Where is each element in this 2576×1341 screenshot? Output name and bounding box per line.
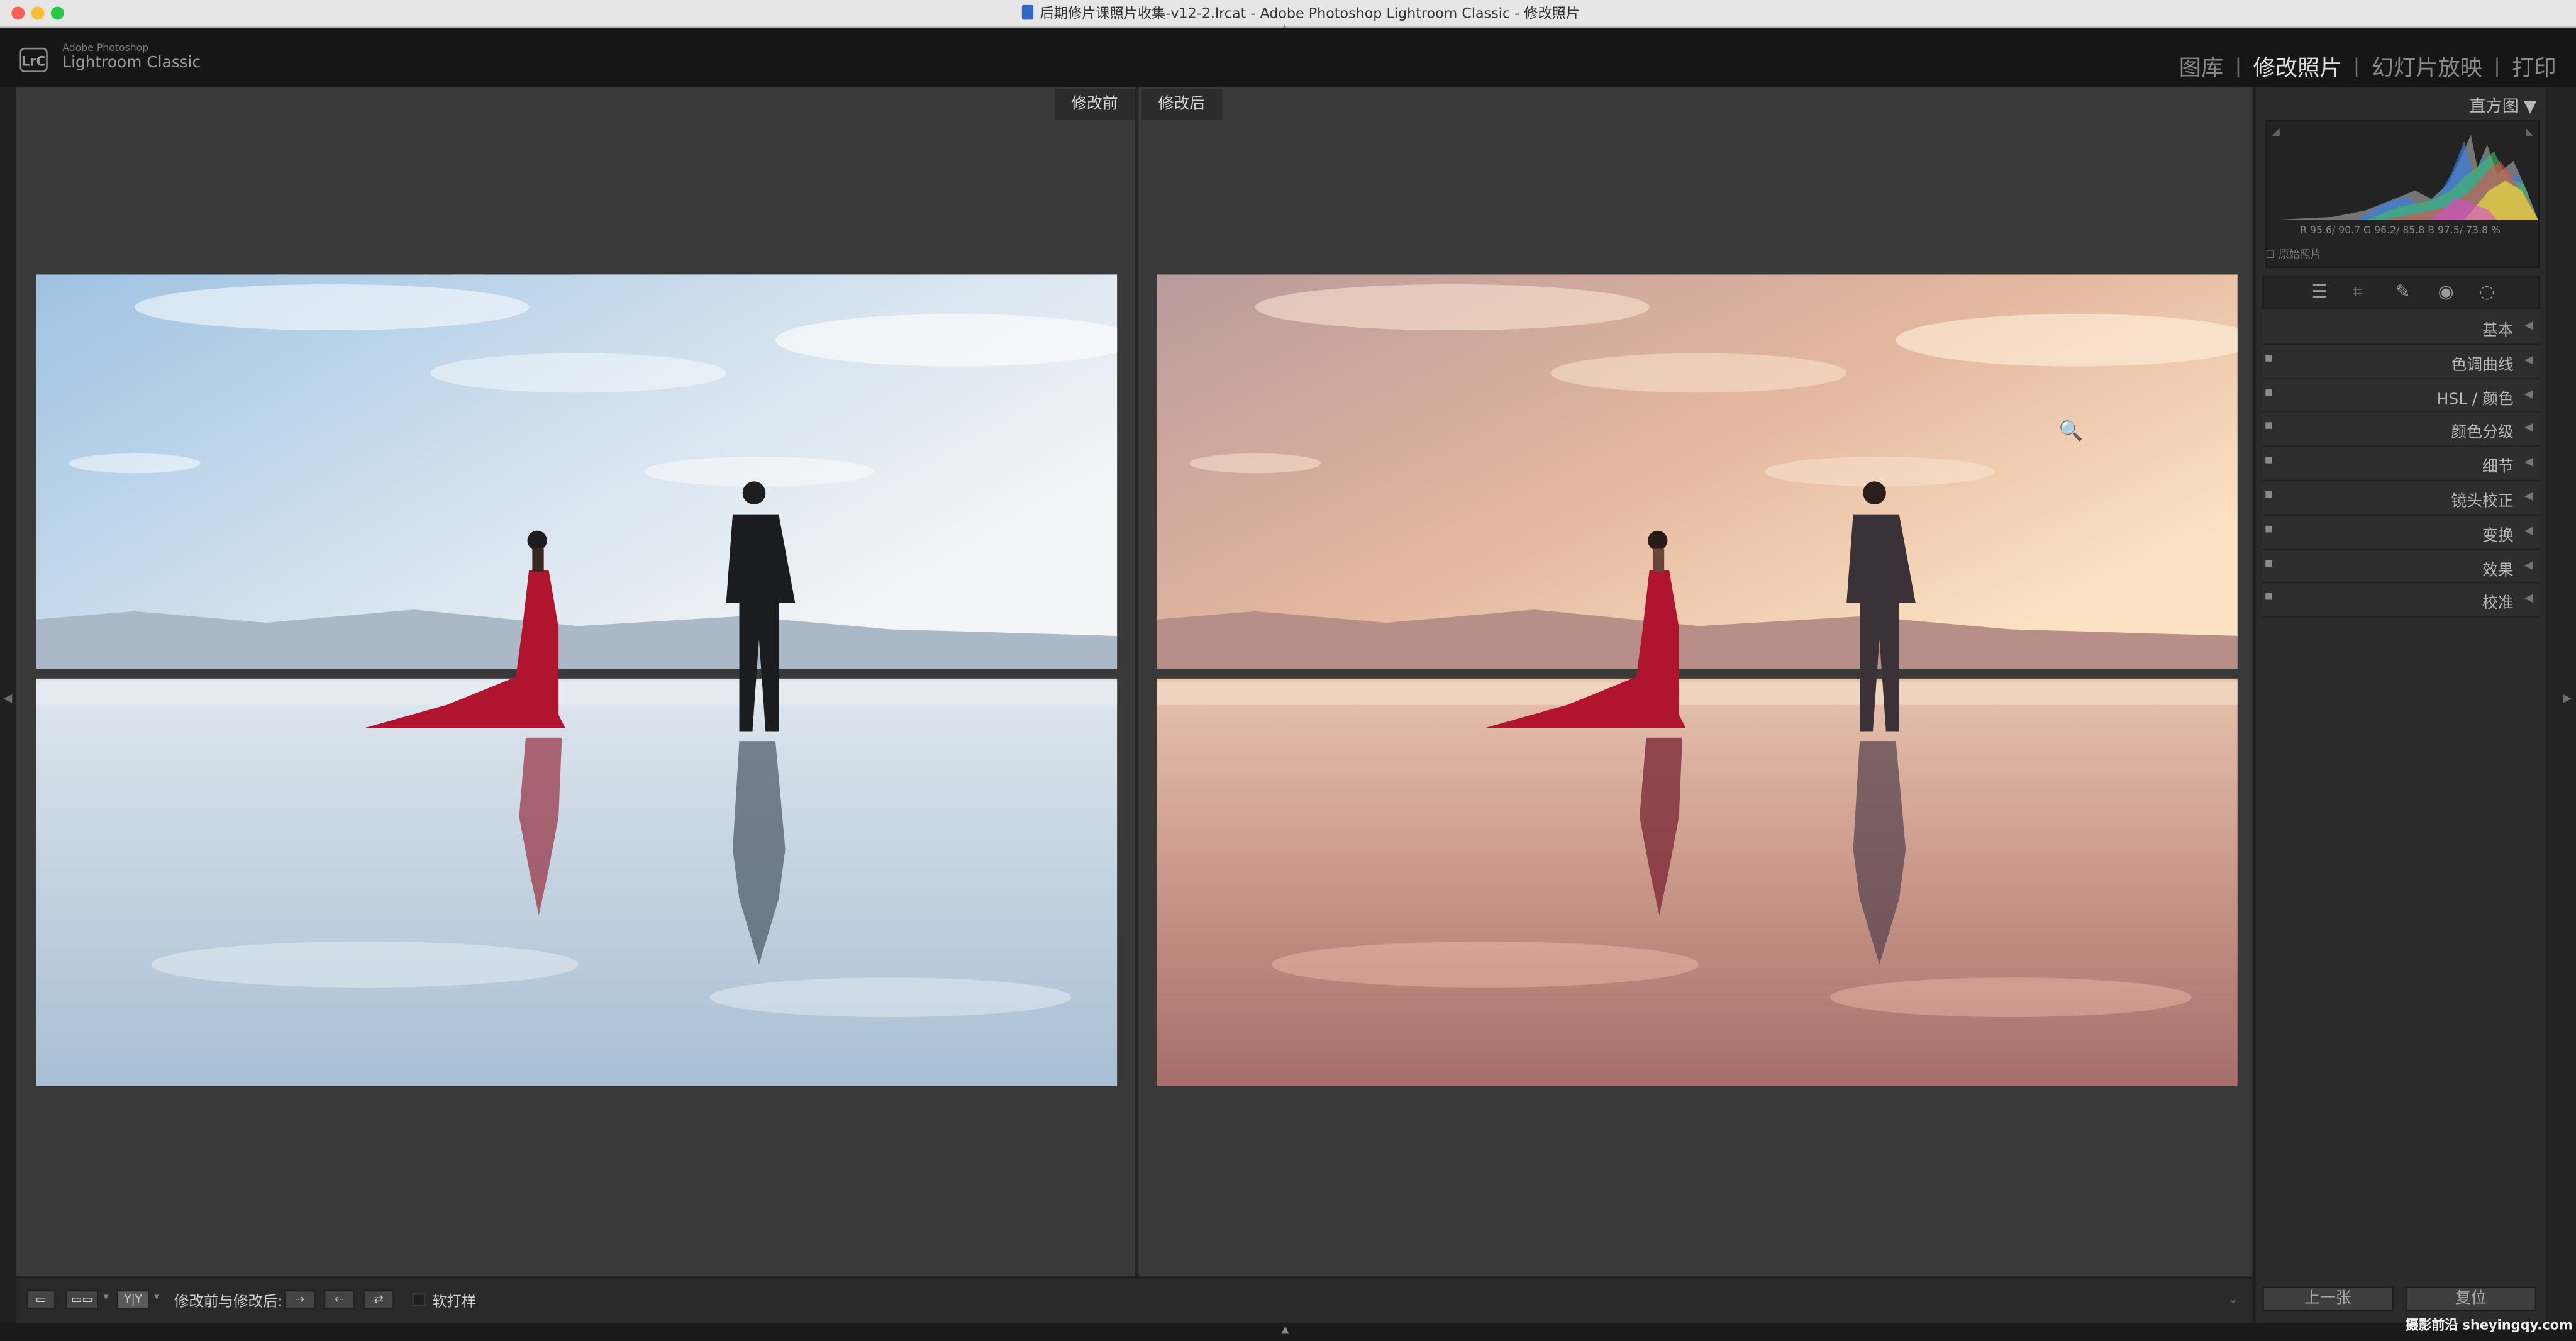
histogram-readout: R 95.6/ 90.7 G 96.2/ 85.8 B 97.5/ 73.8 %: [2300, 225, 2501, 237]
compare-divider: [1135, 87, 1139, 1277]
document-icon: [1021, 4, 1034, 20]
section-label: 镜头校正: [2451, 492, 2514, 511]
panel-switch[interactable]: [2265, 559, 2272, 567]
reset-button[interactable]: 复位: [2405, 1286, 2537, 1311]
section-label: 效果: [2482, 561, 2514, 580]
section-basic[interactable]: 基本 ◀: [2262, 310, 2540, 345]
section-calibration[interactable]: 校准 ◀: [2262, 584, 2540, 618]
tool-strip: ☰ ⌗ ✎ ◉ ◌: [2262, 275, 2540, 309]
red-eye-icon[interactable]: ◉: [2438, 281, 2454, 303]
panel-switch[interactable]: [2265, 354, 2272, 362]
original-photo-label: 原始照片: [2278, 248, 2321, 262]
panel-switch[interactable]: [2265, 491, 2272, 498]
section-label: 校准: [2482, 595, 2514, 614]
healing-brush-icon[interactable]: ✎: [2396, 281, 2411, 303]
module-separator: |: [2494, 54, 2501, 77]
module-separator: |: [2353, 54, 2360, 77]
module-separator: |: [2235, 54, 2242, 77]
module-picker: 图库 | 修改照片 | 幻灯片放映 | 打印: [2179, 49, 2557, 82]
lightroom-window: 后期修片课照片收集-v12-2.lrcat - Adobe Photoshop …: [0, 0, 2576, 1341]
before-photo[interactable]: [36, 274, 1118, 1086]
masking-icon[interactable]: ◌: [2479, 281, 2495, 303]
panel-switch[interactable]: [2265, 457, 2272, 464]
left-panel-collapsed: ◀: [0, 87, 17, 1328]
window-title: 后期修片课照片收集-v12-2.lrcat - Adobe Photoshop …: [1040, 6, 1580, 23]
section-color-grading[interactable]: 颜色分级 ◀: [2262, 413, 2540, 448]
histogram-title: 直方图: [2469, 98, 2519, 117]
original-photo-toggle[interactable]: ☐ 原始照片: [2265, 245, 2321, 261]
right-panel-scrollbar[interactable]: ▶: [2548, 87, 2576, 1328]
develop-right-panel: 直方图 ▼ ◢ ◣ R 95.6/ 90.7 G 96.2/ 85.8 B 97…: [2255, 87, 2546, 1328]
panel-sections: 基本 ◀ 色调曲线 ◀ HSL / 颜色 ◀ 颜色分级 ◀ 细节 ◀ 镜头校正 …: [2262, 310, 2540, 618]
section-label: 色调曲线: [2451, 356, 2514, 375]
section-detail[interactable]: 细节 ◀: [2262, 447, 2540, 482]
zoom-cursor-icon: 🔍: [2058, 419, 2084, 442]
compare-view: 修改前 修改后 🔍: [16, 87, 2253, 1277]
dropdown-icon[interactable]: ▾: [155, 1291, 160, 1303]
module-develop[interactable]: 修改照片: [2253, 49, 2341, 82]
section-expand-icon: ◀: [2524, 592, 2534, 606]
after-label: 修改后: [1141, 89, 1222, 120]
previous-button[interactable]: 上一张: [2262, 1286, 2394, 1311]
section-hsl-color[interactable]: HSL / 颜色 ◀: [2262, 379, 2540, 413]
soft-proofing-label: 软打样: [432, 1294, 477, 1311]
reference-view-button[interactable]: ▭▭: [65, 1289, 99, 1310]
section-label: 颜色分级: [2451, 424, 2514, 443]
module-header: LrC Adobe Photoshop Lightroom Classic 图库…: [0, 28, 2576, 87]
module-slideshow[interactable]: 幻灯片放映: [2372, 49, 2482, 82]
histogram-collapse-icon[interactable]: ▼: [2524, 99, 2536, 117]
histogram-graph: [2267, 135, 2538, 221]
section-label: HSL / 颜色: [2436, 390, 2514, 409]
section-effects[interactable]: 效果 ◀: [2262, 550, 2540, 584]
dropdown-icon[interactable]: ▾: [104, 1291, 109, 1303]
before-label: 修改前: [1055, 89, 1135, 120]
toolbar-menu-icon[interactable]: ⌄: [2228, 1291, 2239, 1306]
section-expand-icon: ◀: [2524, 523, 2534, 537]
panel-switch[interactable]: [2265, 525, 2272, 532]
expand-left-panel-icon[interactable]: ◀: [3, 692, 12, 705]
before-after-label: 修改前与修改后:: [174, 1294, 283, 1311]
loupe-view-button[interactable]: ▭: [26, 1289, 56, 1310]
after-photo[interactable]: [1157, 274, 2238, 1086]
crop-icon[interactable]: ⌗: [2353, 281, 2363, 304]
section-label: 变换: [2482, 526, 2514, 545]
soft-proofing-checkbox[interactable]: [412, 1293, 426, 1306]
section-label: 细节: [2482, 459, 2514, 477]
minimize-window-button[interactable]: [31, 6, 45, 20]
bottom-toolbar: ▭ ▭▭ ▾ Y|Y ▾ 修改前与修改后: ⇢ ⇠ ⇄ 软打样 ⌄: [16, 1276, 2253, 1325]
swap-before-after-button[interactable]: ⇄: [363, 1289, 394, 1310]
section-tone-curve[interactable]: 色调曲线 ◀: [2262, 345, 2540, 379]
panel-switch[interactable]: [2265, 389, 2272, 396]
section-label: 基本: [2482, 322, 2514, 340]
panel-switch[interactable]: [2265, 594, 2272, 601]
title-bar: 后期修片课照片收集-v12-2.lrcat - Adobe Photoshop …: [0, 0, 2576, 33]
original-photo-checkbox[interactable]: ☐: [2265, 248, 2275, 261]
watermark: 摄影前沿 sheyingqy.com: [2405, 1318, 2573, 1333]
collapse-right-panel-icon[interactable]: ▶: [2563, 692, 2572, 705]
filmstrip-collapsed: ▲: [0, 1322, 2576, 1341]
section-expand-icon: ◀: [2524, 489, 2534, 503]
expand-filmstrip-icon[interactable]: ▲: [1282, 1324, 1289, 1335]
panel-switch[interactable]: [2265, 423, 2272, 430]
section-lens-corrections[interactable]: 镜头校正 ◀: [2262, 481, 2540, 516]
section-expand-icon: ◀: [2524, 387, 2534, 401]
section-expand-icon: ◀: [2524, 455, 2534, 469]
zoom-window-button[interactable]: [50, 6, 64, 20]
section-expand-icon: ◀: [2524, 318, 2534, 332]
section-expand-icon: ◀: [2524, 558, 2534, 571]
app-name: Lightroom Classic: [62, 54, 201, 72]
adjust-sliders-icon[interactable]: ☰: [2311, 281, 2328, 303]
app-vendor: Adobe Photoshop: [62, 42, 149, 55]
section-transform[interactable]: 变换 ◀: [2262, 515, 2540, 550]
module-library[interactable]: 图库: [2179, 49, 2224, 82]
section-expand-icon: ◀: [2524, 421, 2534, 435]
module-print[interactable]: 打印: [2512, 49, 2557, 82]
lrc-logo-icon: LrC: [19, 47, 48, 72]
section-expand-icon: ◀: [2524, 353, 2534, 366]
close-window-button[interactable]: [11, 6, 25, 20]
copy-after-to-before-button[interactable]: ⇠: [323, 1289, 355, 1310]
before-after-view-button[interactable]: Y|Y: [116, 1289, 150, 1310]
histogram-header[interactable]: 直方图 ▼: [2469, 92, 2536, 117]
copy-before-to-after-button[interactable]: ⇢: [284, 1289, 316, 1310]
